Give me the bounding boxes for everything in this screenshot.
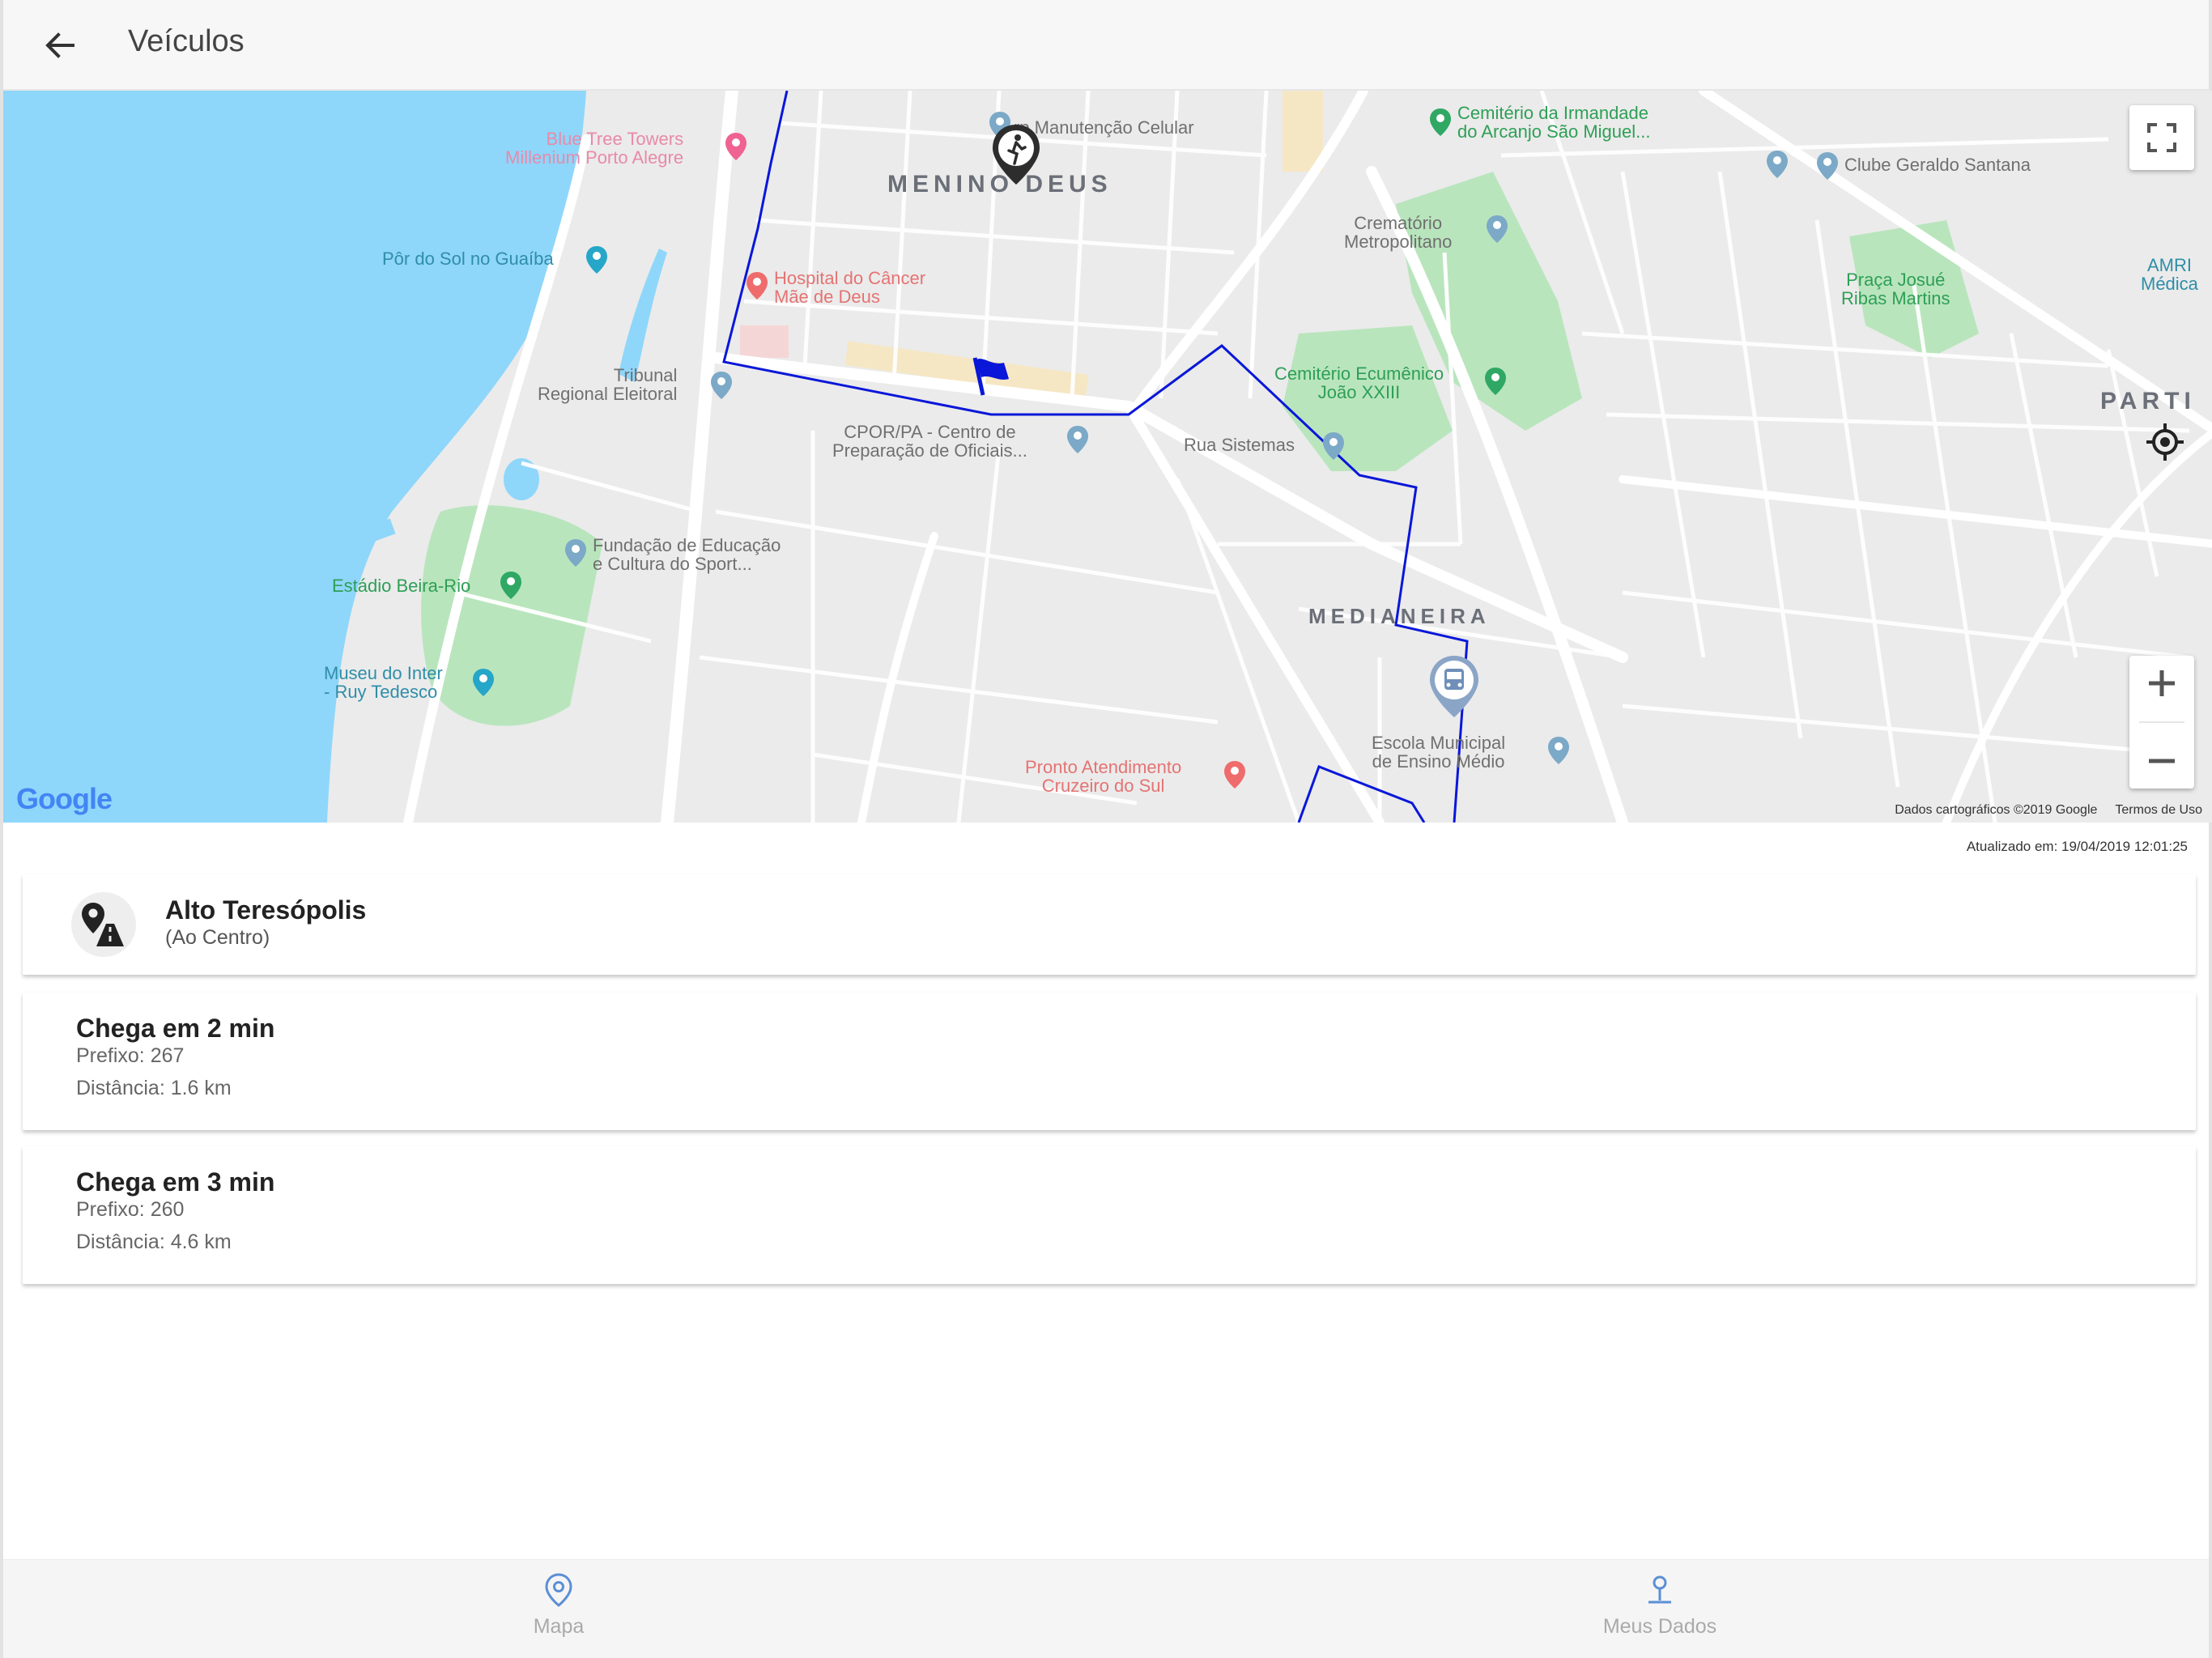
poi-label: Cemitério da Irmandade do Arcanjo São Mi… bbox=[1457, 103, 1651, 142]
fullscreen-button[interactable] bbox=[2129, 105, 2194, 170]
poi-pin-icon[interactable] bbox=[709, 370, 734, 401]
map-attribution: Dados cartográficos ©2019 Google Termos … bbox=[1895, 803, 2202, 818]
poi-label: Hospital do Câncer Mãe de Deus bbox=[774, 268, 926, 308]
top-app-bar: Veículos bbox=[3, 0, 2209, 91]
person-icon bbox=[1648, 1575, 1671, 1604]
bus-marker-icon[interactable] bbox=[1425, 653, 1483, 719]
poi-pin-icon[interactable] bbox=[745, 270, 769, 301]
fullscreen-icon bbox=[2147, 123, 2176, 152]
my-location-button[interactable] bbox=[2138, 414, 2193, 470]
vehicle-arrival-time: Chega em 2 min bbox=[76, 1014, 275, 1043]
poi-label: Cemitério Ecumênico João XXIII bbox=[1274, 363, 1444, 403]
flag-icon bbox=[972, 357, 1009, 396]
poi-pin-icon[interactable] bbox=[1321, 431, 1346, 461]
poi-label: Pronto Atendimento Cruzeiro do Sul bbox=[1025, 757, 1182, 797]
poi-pin-icon[interactable] bbox=[585, 244, 609, 275]
map-data-credit: Dados cartográficos ©2019 Google bbox=[1895, 803, 2098, 817]
zoom-out-icon[interactable] bbox=[2144, 743, 2180, 779]
poi-pin-icon[interactable] bbox=[1485, 214, 1509, 244]
vehicle-card[interactable]: Chega em 3 min Prefixo: 260 Distância: 4… bbox=[23, 1146, 2196, 1284]
poi-pin-icon[interactable] bbox=[499, 570, 523, 601]
route-pin-icon bbox=[82, 903, 124, 946]
poi-pin-icon[interactable] bbox=[1066, 424, 1090, 455]
poi-pin-icon[interactable] bbox=[1223, 759, 1247, 790]
route-direction: (Ao Centro) bbox=[165, 926, 270, 949]
poi-label: Fundação de Educação e Cultura do Sport.… bbox=[593, 535, 781, 575]
poi-pin-icon[interactable] bbox=[1765, 149, 1789, 180]
updated-timestamp: Atualizado em: 19/04/2019 12:01:25 bbox=[1966, 839, 2188, 854]
vehicle-prefix: Prefixo: 267 bbox=[76, 1044, 185, 1067]
poi-label: Clube Geraldo Santana bbox=[1844, 155, 2031, 175]
poi-label: AMRI Médica bbox=[2141, 255, 2198, 295]
poi-label: Pôr do Sol no Guaíba bbox=[382, 249, 554, 269]
neighborhood-label: PARTI bbox=[2100, 388, 2196, 414]
bottom-navigation: Mapa Meus Dados bbox=[3, 1559, 2209, 1658]
poi-pin-icon[interactable] bbox=[564, 538, 588, 568]
nav-label: Mapa bbox=[533, 1615, 585, 1638]
poi-label: Escola Municipal de Ensino Médio bbox=[1372, 733, 1506, 772]
map-tiles bbox=[3, 91, 2212, 823]
poi-pin-icon[interactable] bbox=[1428, 107, 1453, 138]
route-card[interactable]: Alto Teresópolis (Ao Centro) bbox=[23, 874, 2196, 975]
zoom-in-icon[interactable] bbox=[2144, 665, 2180, 701]
app-window: Veículos Blue Tree Towers Millenium Port… bbox=[0, 0, 2212, 1658]
vehicle-distance: Distância: 1.6 km bbox=[76, 1077, 232, 1099]
terms-link[interactable]: Termos de Uso bbox=[2115, 803, 2202, 818]
poi-label: Crematório Metropolitano bbox=[1344, 213, 1453, 253]
crosshair-icon bbox=[2146, 423, 2184, 461]
poi-label: Blue Tree Towers Millenium Porto Alegre bbox=[505, 129, 684, 168]
back-button[interactable] bbox=[36, 21, 84, 70]
nav-label: Meus Dados bbox=[1602, 1615, 1717, 1638]
google-logo: Google bbox=[16, 782, 113, 815]
vehicle-prefix: Prefixo: 260 bbox=[76, 1198, 185, 1221]
arrow-left-icon bbox=[45, 32, 74, 58]
poi-pin-icon[interactable] bbox=[471, 667, 496, 698]
poi-label: CPOR/PA - Centro de Preparação de Oficia… bbox=[832, 422, 1027, 461]
poi-label: Rua Sistemas bbox=[1184, 435, 1295, 455]
map-view[interactable]: Blue Tree Towers Millenium Porto Alegre … bbox=[3, 91, 2212, 823]
nav-item-mapa[interactable]: Mapa bbox=[437, 1571, 680, 1652]
poi-label: Museu do Inter - Ruy Tedesco bbox=[324, 663, 443, 703]
neighborhood-label: MEDIANEIRA bbox=[1308, 604, 1491, 628]
page-title: Veículos bbox=[128, 24, 245, 58]
vehicle-distance: Distância: 4.6 km bbox=[76, 1231, 232, 1253]
user-location-marker-icon[interactable] bbox=[988, 121, 1044, 188]
poi-pin-icon[interactable] bbox=[724, 131, 748, 162]
zoom-control bbox=[2129, 656, 2194, 789]
poi-pin-icon[interactable] bbox=[1483, 366, 1508, 397]
poi-label: Tribunal Regional Eleitoral bbox=[538, 365, 678, 405]
vehicle-arrival-time: Chega em 3 min bbox=[76, 1167, 275, 1197]
nav-item-meus-dados[interactable]: Meus Dados bbox=[1538, 1571, 1781, 1652]
route-name: Alto Teresópolis bbox=[165, 895, 367, 925]
poi-pin-icon[interactable] bbox=[1815, 151, 1840, 181]
poi-label: Estádio Beira-Rio bbox=[332, 576, 471, 596]
map-pin-icon bbox=[545, 1573, 572, 1607]
poi-pin-icon[interactable] bbox=[1546, 735, 1571, 766]
vehicle-card[interactable]: Chega em 2 min Prefixo: 267 Distância: 1… bbox=[23, 993, 2196, 1130]
poi-label: Praça Josué Ribas Martins bbox=[1841, 270, 1950, 309]
route-icon-container bbox=[71, 892, 136, 957]
